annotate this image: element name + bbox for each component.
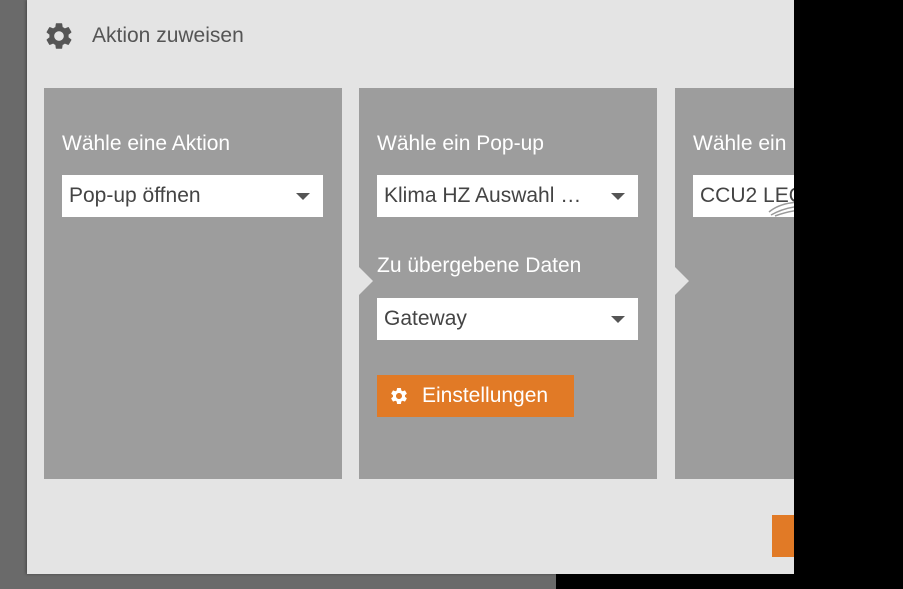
settings-button-label: Einstellungen [422,384,549,407]
action-label: Wähle eine Aktion [62,132,231,155]
action-select[interactable]: Pop-up öffnen [62,175,323,217]
gear-icon [43,20,75,52]
dialog-header: Aktion zuweisen [43,18,244,54]
dialog-title: Aktion zuweisen [92,24,244,47]
popup-panel: Wähle ein Pop-up Klima HZ Auswahl Raum Z… [358,88,657,479]
settings-button[interactable]: Einstellungen [377,375,574,417]
step-arrow [674,266,689,296]
chevron-down-icon [611,316,625,323]
data-select-value: Gateway [384,307,467,330]
confirm-button[interactable] [772,515,794,557]
chevron-down-icon [611,193,625,200]
device-panel: Wähle ein CCU2 LEQ [674,88,794,479]
device-label: Wähle ein [693,132,787,155]
data-select[interactable]: Gateway [377,298,638,340]
action-panel: Wähle eine Aktion Pop-up öffnen [44,88,342,479]
popup-select-value: Klima HZ Auswahl Raum [384,184,594,207]
step-arrow [358,266,373,296]
action-select-value: Pop-up öffnen [69,184,201,207]
scribble-mark [768,201,794,217]
chevron-down-icon [296,193,310,200]
gear-icon [389,386,409,406]
assign-action-dialog: Aktion zuweisen Wähle eine Aktion Pop-up… [27,0,794,574]
popup-label: Wähle ein Pop-up [377,132,544,155]
popup-select[interactable]: Klima HZ Auswahl Raum [377,175,638,217]
data-label: Zu übergebene Daten [377,254,582,277]
